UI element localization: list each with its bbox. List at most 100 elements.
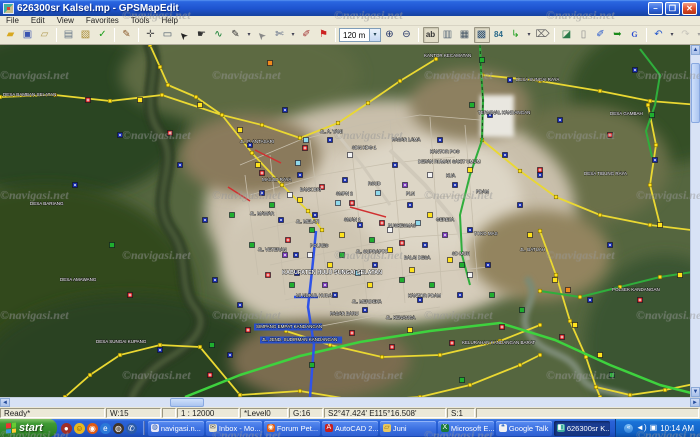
road-node[interactable] <box>598 89 602 93</box>
grid-toggle-button[interactable]: ▦ <box>457 27 473 43</box>
map-marker[interactable] <box>566 288 571 293</box>
task-button-3[interactable]: AAutoCAD 2... <box>322 421 378 436</box>
map-marker[interactable] <box>310 228 315 233</box>
task-button-0[interactable]: ◍navigasi.n... <box>148 421 204 436</box>
scroll-down-icon[interactable]: ▼ <box>691 387 700 397</box>
scroll-right-icon[interactable]: ► <box>690 398 700 407</box>
road-node[interactable] <box>366 101 370 105</box>
tray-chevron-icon[interactable]: « <box>624 424 633 433</box>
map-marker[interactable] <box>210 343 215 348</box>
join-tool-button[interactable]: ↳ <box>508 27 524 43</box>
task-button-4[interactable]: ▱Juni <box>380 421 436 436</box>
menu-view[interactable]: View <box>51 16 80 25</box>
trim-dropdown[interactable]: ▾ <box>289 27 298 43</box>
task-button-7[interactable]: ◧626300sr K... <box>554 421 610 436</box>
save-button[interactable]: ▣ <box>20 27 36 43</box>
road-node[interactable] <box>380 355 384 359</box>
road-node[interactable] <box>646 103 650 107</box>
file-properties-button[interactable]: ▤ <box>61 27 77 43</box>
road-node[interactable] <box>238 393 242 397</box>
map-marker[interactable] <box>400 278 405 283</box>
road-node[interactable] <box>63 395 67 397</box>
pencil-dropdown[interactable]: ▾ <box>245 27 254 43</box>
road-node[interactable] <box>298 136 302 140</box>
zoom-scale-combo[interactable]: 120 m▾ <box>339 28 381 42</box>
export-image-button[interactable]: ◪ <box>559 27 575 43</box>
map-marker[interactable] <box>598 353 603 358</box>
attach-gps-button[interactable]: 84 <box>491 27 507 43</box>
map-marker[interactable] <box>428 173 433 178</box>
map-marker[interactable] <box>370 238 375 243</box>
pencil-tool-button[interactable]: ✎ <box>228 27 244 43</box>
map-marker[interactable] <box>490 293 495 298</box>
join-dropdown[interactable]: ▾ <box>525 27 534 43</box>
quick-launch-media-icon[interactable]: ◍ <box>113 423 124 434</box>
horizontal-scrollbar[interactable]: ◄ ► <box>0 397 700 407</box>
road-node[interactable] <box>594 385 598 389</box>
road-node[interactable] <box>250 151 254 155</box>
upload-track-button[interactable]: ➥ <box>610 27 626 43</box>
map-marker[interactable] <box>480 58 485 63</box>
map-marker[interactable] <box>138 98 143 103</box>
quick-launch-dialer-icon[interactable]: ✆ <box>126 423 137 434</box>
road-node[interactable] <box>658 275 662 279</box>
open-file-button[interactable]: ▰ <box>3 27 19 43</box>
menu-help[interactable]: Help <box>155 16 183 25</box>
road-node[interactable] <box>468 383 472 387</box>
map-marker[interactable] <box>368 283 373 288</box>
close-file-button[interactable]: ▱ <box>37 27 53 43</box>
map-marker[interactable] <box>650 113 655 118</box>
road-node[interactable] <box>198 345 202 349</box>
road-node[interactable] <box>598 213 602 217</box>
zoom-out-button[interactable]: ⊖ <box>399 27 415 43</box>
map-marker[interactable] <box>250 243 255 248</box>
road-node[interactable] <box>328 343 332 347</box>
minimize-button[interactable]: – <box>648 2 663 15</box>
road-node[interactable] <box>663 388 667 392</box>
map-marker[interactable] <box>256 163 261 168</box>
road-node[interactable] <box>194 95 198 99</box>
map-marker[interactable] <box>460 378 465 383</box>
road-node[interactable] <box>398 79 402 83</box>
map-marker[interactable] <box>230 213 235 218</box>
map-marker[interactable] <box>428 213 433 218</box>
map-marker[interactable] <box>573 323 578 328</box>
map-marker[interactable] <box>348 153 353 158</box>
road-node[interactable] <box>538 229 542 233</box>
map-marker[interactable] <box>470 103 475 108</box>
undo-dropdown[interactable]: ▾ <box>668 27 677 43</box>
map-marker[interactable] <box>308 253 313 258</box>
draw-notes-button[interactable]: ✐ <box>593 27 609 43</box>
map-marker[interactable] <box>336 201 341 206</box>
zoom-in-button[interactable]: ⊕ <box>382 27 398 43</box>
map-marker[interactable] <box>448 258 453 263</box>
zoom-scale-dropdown-icon[interactable]: ▾ <box>369 29 380 41</box>
map-marker[interactable] <box>288 193 293 198</box>
pan-tool-button[interactable]: ✛ <box>143 27 159 43</box>
polyline-tool-button[interactable]: ∿ <box>211 27 227 43</box>
start-button[interactable]: start <box>0 419 57 437</box>
road-node[interactable] <box>0 95 2 99</box>
quick-launch-app1-icon[interactable]: ● <box>61 423 72 434</box>
map-marker[interactable] <box>376 191 381 196</box>
undo-button[interactable]: ↶ <box>651 27 667 43</box>
redo-button[interactable]: ↷ <box>678 27 694 43</box>
quick-launch-messenger-icon[interactable]: ☺ <box>74 423 85 434</box>
vertical-scrollbar[interactable]: ▲ ▼ <box>690 45 700 397</box>
map-marker[interactable] <box>340 253 345 258</box>
road-node[interactable] <box>418 395 422 397</box>
map-marker[interactable] <box>270 203 275 208</box>
map-marker[interactable] <box>340 233 345 238</box>
road-node[interactable] <box>88 373 92 377</box>
menu-edit[interactable]: Edit <box>25 16 51 25</box>
map-marker[interactable] <box>678 273 683 278</box>
select-rect-tool-button[interactable]: ▭ <box>160 27 176 43</box>
map-marker[interactable] <box>328 263 333 268</box>
road-node[interactable] <box>598 395 602 397</box>
road-node[interactable] <box>336 121 340 125</box>
map-canvas[interactable]: DESA BAMBAN SELATANTERMINAL KANDANGANKAB… <box>0 45 690 397</box>
select-objects-tool-button[interactable]: ➤ <box>255 27 271 43</box>
menu-file[interactable]: File <box>0 16 25 25</box>
raster-toggle-button[interactable]: ▩ <box>474 27 490 43</box>
task-button-2[interactable]: ◉Forum Pet... <box>264 421 320 436</box>
